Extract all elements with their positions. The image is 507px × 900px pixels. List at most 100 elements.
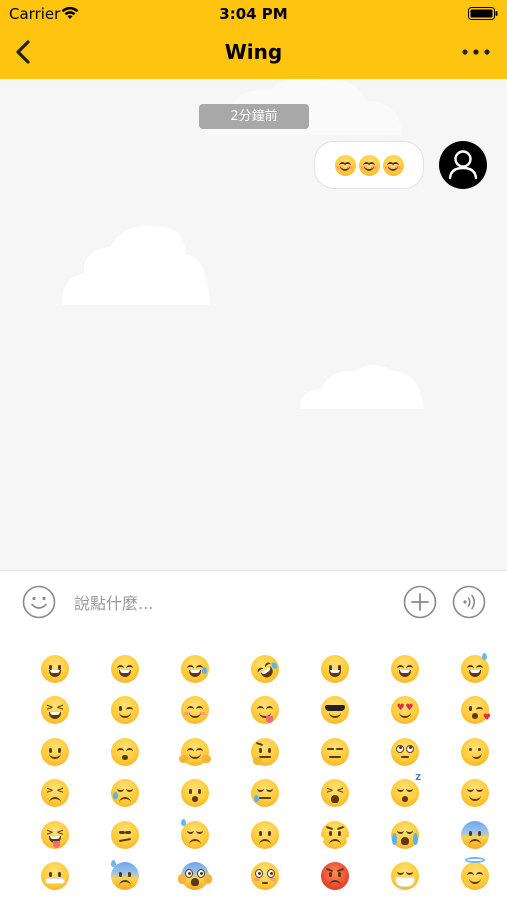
emoji-key[interactable] bbox=[300, 856, 370, 898]
sleeping-face-icon: Z bbox=[391, 773, 421, 808]
voice-icon[interactable] bbox=[452, 585, 486, 619]
emoji-key[interactable] bbox=[300, 690, 370, 732]
loudly-crying-face-icon bbox=[391, 820, 419, 849]
emoji-key[interactable] bbox=[370, 731, 440, 773]
face-screaming-in-fear-icon bbox=[178, 862, 212, 891]
header: Carrier 3:04 PM Wing bbox=[0, 0, 507, 79]
emoji-key[interactable] bbox=[160, 690, 230, 732]
sad-but-relieved-face-icon bbox=[111, 779, 139, 808]
emoji-key[interactable] bbox=[230, 773, 300, 815]
thinking-face-icon bbox=[251, 737, 279, 766]
fearful-face-icon bbox=[461, 820, 489, 849]
emoji-key[interactable] bbox=[370, 856, 440, 898]
face-blowing-kiss-icon: ♥ bbox=[461, 696, 491, 725]
squinting-face-with-tongue-icon: > < bbox=[41, 820, 69, 849]
emoji-keyboard: > < ♥ ♥ ♥ > < > < Z > < bbox=[0, 632, 507, 900]
emoji-key[interactable] bbox=[440, 856, 507, 898]
battery-icon bbox=[468, 7, 498, 20]
avatar[interactable] bbox=[439, 141, 487, 189]
emoji-key[interactable] bbox=[370, 814, 440, 856]
emoji-grid: > < ♥ ♥ ♥ > < > < Z > < bbox=[20, 648, 491, 898]
grinning-face-with-sweat-icon bbox=[461, 652, 489, 683]
emoji-key[interactable] bbox=[160, 773, 230, 815]
emoji-key[interactable]: ♥ ♥ bbox=[370, 690, 440, 732]
emoji-key[interactable] bbox=[440, 648, 507, 690]
emoji-key[interactable] bbox=[300, 814, 370, 856]
smiling-face-icon bbox=[382, 154, 404, 176]
emoji-key[interactable] bbox=[160, 648, 230, 690]
rolling-on-floor-laughing-icon bbox=[245, 649, 285, 689]
confounded-face-icon: > < bbox=[41, 779, 69, 808]
more-icon[interactable] bbox=[460, 40, 492, 64]
face-with-tears-of-joy-icon bbox=[181, 654, 209, 683]
winking-face-icon bbox=[111, 696, 139, 725]
emoji-key[interactable] bbox=[90, 731, 160, 773]
emoji-key[interactable] bbox=[300, 731, 370, 773]
emoji-key[interactable] bbox=[90, 856, 160, 898]
chat-area[interactable]: 2分鐘前 bbox=[0, 79, 507, 570]
unamused-face-icon bbox=[111, 820, 139, 849]
emoji-key[interactable] bbox=[20, 731, 90, 773]
emoji-key[interactable]: > < bbox=[20, 814, 90, 856]
emoji-key[interactable] bbox=[90, 814, 160, 856]
flushed-face-icon bbox=[251, 862, 279, 891]
emoji-key[interactable] bbox=[370, 648, 440, 690]
smirking-face-icon bbox=[461, 737, 489, 766]
grinning-face-big-eyes-icon bbox=[321, 654, 349, 683]
emoji-key[interactable] bbox=[230, 731, 300, 773]
emoji-key[interactable]: > < bbox=[300, 773, 370, 815]
hugging-face-icon bbox=[179, 737, 211, 766]
grinning-face-smiling-eyes-icon bbox=[391, 654, 419, 683]
emoji-key[interactable]: ♥ bbox=[440, 690, 507, 732]
person-icon bbox=[448, 150, 478, 180]
plus-circle-icon[interactable] bbox=[403, 585, 437, 619]
slightly-frowning-face-icon bbox=[251, 820, 279, 849]
relieved-face-icon bbox=[461, 779, 489, 808]
cloud-decoration bbox=[61, 225, 210, 305]
emoji-key[interactable] bbox=[160, 856, 230, 898]
emoji-key[interactable] bbox=[90, 648, 160, 690]
emoji-key[interactable] bbox=[90, 690, 160, 732]
face-savoring-food-icon bbox=[251, 696, 279, 725]
emoji-key[interactable] bbox=[20, 648, 90, 690]
squinting-face-icon: > < bbox=[41, 696, 69, 725]
smiling-face-icon bbox=[358, 154, 380, 176]
emoji-key[interactable] bbox=[20, 856, 90, 898]
grinning-face-icon bbox=[41, 654, 69, 683]
emoji-key[interactable] bbox=[300, 648, 370, 690]
emoji-key[interactable]: Z bbox=[370, 773, 440, 815]
face-with-steam-from-nose-icon bbox=[318, 820, 352, 849]
expressionless-face-icon bbox=[321, 737, 349, 766]
emoji-key[interactable] bbox=[440, 731, 507, 773]
input-bar bbox=[0, 570, 507, 632]
face-with-medical-mask-icon bbox=[391, 862, 419, 891]
slightly-smiling-face-icon bbox=[41, 737, 69, 766]
message-input[interactable] bbox=[74, 591, 374, 615]
smiley-icon[interactable] bbox=[22, 585, 56, 619]
emoji-key[interactable]: > < bbox=[20, 690, 90, 732]
emoji-key[interactable] bbox=[230, 856, 300, 898]
emoji-key[interactable] bbox=[90, 773, 160, 815]
heart-eyes-icon: ♥ ♥ bbox=[391, 696, 419, 725]
sleepy-face-icon bbox=[251, 779, 279, 808]
emoji-key[interactable] bbox=[230, 690, 300, 732]
emoji-key[interactable]: > < bbox=[20, 773, 90, 815]
emoji-key[interactable] bbox=[160, 814, 230, 856]
face-with-rolling-eyes-icon bbox=[391, 737, 419, 766]
hushed-face-icon bbox=[181, 779, 209, 808]
emoji-key[interactable] bbox=[160, 731, 230, 773]
pouting-face-icon bbox=[321, 862, 349, 891]
emoji-key[interactable] bbox=[440, 814, 507, 856]
cloud-decoration bbox=[300, 365, 424, 409]
smiling-face-icon bbox=[334, 154, 356, 176]
emoji-key[interactable] bbox=[230, 648, 300, 690]
anxious-face-with-sweat-icon bbox=[111, 860, 139, 891]
time-label: 2分鐘前 bbox=[199, 104, 309, 129]
downcast-face-with-sweat-icon bbox=[181, 818, 209, 849]
tired-face-icon: > < bbox=[321, 779, 349, 808]
status-time: 3:04 PM bbox=[219, 5, 288, 23]
emoji-key[interactable] bbox=[230, 814, 300, 856]
emoji-key[interactable] bbox=[440, 773, 507, 815]
message-bubble[interactable] bbox=[314, 141, 424, 189]
status-bar: Carrier 3:04 PM bbox=[0, 0, 507, 28]
